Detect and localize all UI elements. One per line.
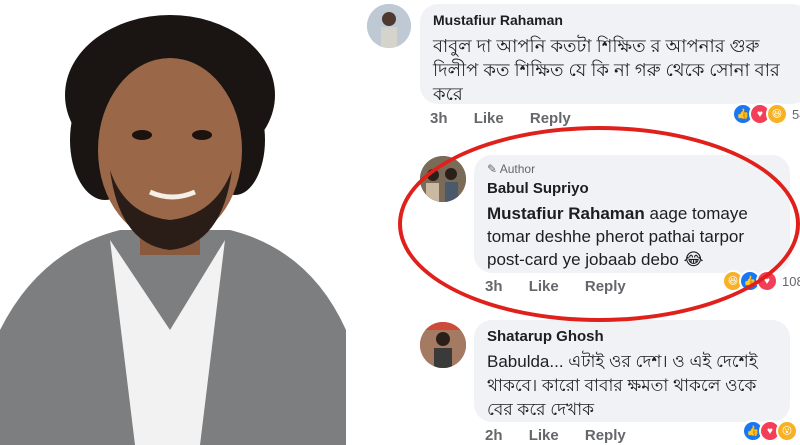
wow-reaction-icon: 😮 bbox=[776, 420, 798, 442]
avatar-shatarup[interactable] bbox=[420, 322, 466, 368]
comment-text-line: থাকবে। কারো বাবার ক্ষমতা থাকলে ওকে bbox=[487, 376, 757, 395]
avatar-mustafiur[interactable] bbox=[367, 4, 411, 48]
reply-button[interactable]: Reply bbox=[585, 427, 626, 444]
comment-author[interactable]: Shatarup Ghosh bbox=[487, 328, 604, 345]
comment-time: 2h bbox=[485, 427, 503, 444]
person-icon bbox=[367, 4, 411, 48]
reaction-count: 54 bbox=[792, 106, 800, 122]
comment-text-line: দিলীপ কত শিক্ষিত যে কি না গরু থেকে সোনা … bbox=[433, 60, 780, 80]
haha-reaction-icon: 😆 bbox=[766, 103, 788, 125]
comment-text-line: বাবুল দা আপনি কতটা শিক্ষিত র আপনার গুরু bbox=[433, 36, 760, 56]
like-button[interactable]: Like bbox=[474, 110, 504, 127]
comment-bubble: Shatarup Ghosh Babulda... এটাই ওর দেশ। ও… bbox=[474, 320, 790, 422]
comment-text-line: বের করে দেখাক bbox=[487, 400, 595, 419]
person-icon bbox=[420, 322, 466, 368]
comment-meta: 3h Like Reply bbox=[430, 110, 593, 127]
like-button[interactable]: Like bbox=[529, 427, 559, 444]
portrait-photo bbox=[0, 0, 346, 445]
reaction-summary[interactable]: 👍 ♥ 😆 54 bbox=[732, 103, 800, 125]
reaction-count: 108 bbox=[782, 273, 800, 289]
comment-bubble: Mustafiur Rahaman বাবুল দা আপনি কতটা শিক… bbox=[420, 4, 800, 104]
comment-meta: 2h Like Reply bbox=[485, 427, 648, 444]
comment-text-line: Babulda... এটাই ওর দেশ। ও এই দেশেই bbox=[487, 352, 758, 371]
comment-time: 3h bbox=[430, 110, 448, 127]
reaction-summary[interactable]: 👍 ♥ 😮 bbox=[742, 420, 798, 442]
highlight-circle bbox=[398, 126, 800, 322]
portrait-illustration bbox=[0, 0, 346, 445]
reply-button[interactable]: Reply bbox=[530, 110, 571, 127]
comment-author[interactable]: Mustafiur Rahaman bbox=[433, 12, 563, 28]
